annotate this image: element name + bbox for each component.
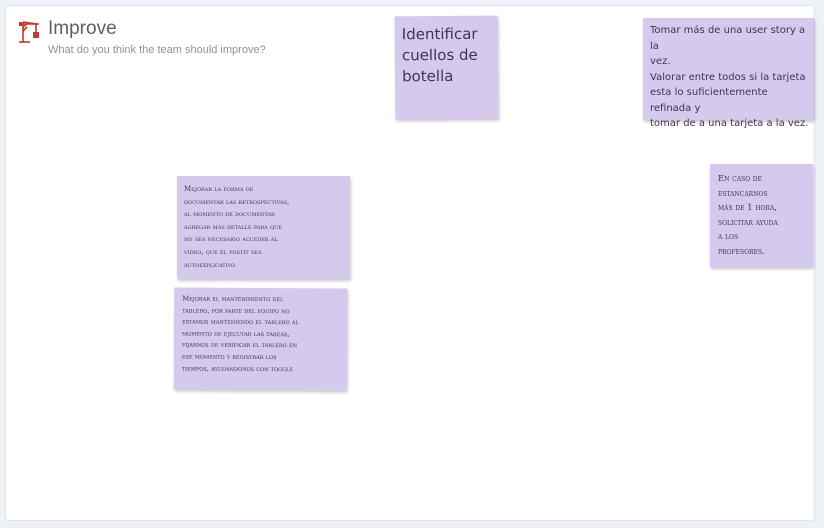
sticky-note[interactable]: En caso de estancarnos más de 1 hora, so… [710, 164, 813, 267]
retro-board-column: Improve What do you think the team shoul… [5, 5, 815, 521]
sticky-note-text: Mejorar la forma de documentar las retro… [184, 185, 290, 269]
sticky-note[interactable]: Tomar más de una user story a la vez. Va… [643, 18, 814, 129]
crane-icon [19, 21, 39, 43]
sticky-note-text: Identificar cuellos de botella [401, 24, 478, 86]
sticky-note[interactable]: Mejorar el mantenimiento del tablero, po… [173, 287, 348, 391]
sticky-note-text: Tomar más de una user story a la vez. Va… [650, 25, 809, 129]
sticky-note[interactable]: Identificar cuellos de botella [394, 15, 499, 120]
sticky-note-text: En caso de estancarnos más de 1 hora, so… [718, 174, 778, 257]
section-title: Improve [48, 18, 117, 39]
sticky-note-text: Mejorar el mantenimiento del tablero, po… [181, 294, 299, 373]
section-subtitle: What do you think the team should improv… [48, 44, 266, 56]
sticky-note[interactable]: Mejorar la forma de documentar las retro… [177, 176, 350, 279]
